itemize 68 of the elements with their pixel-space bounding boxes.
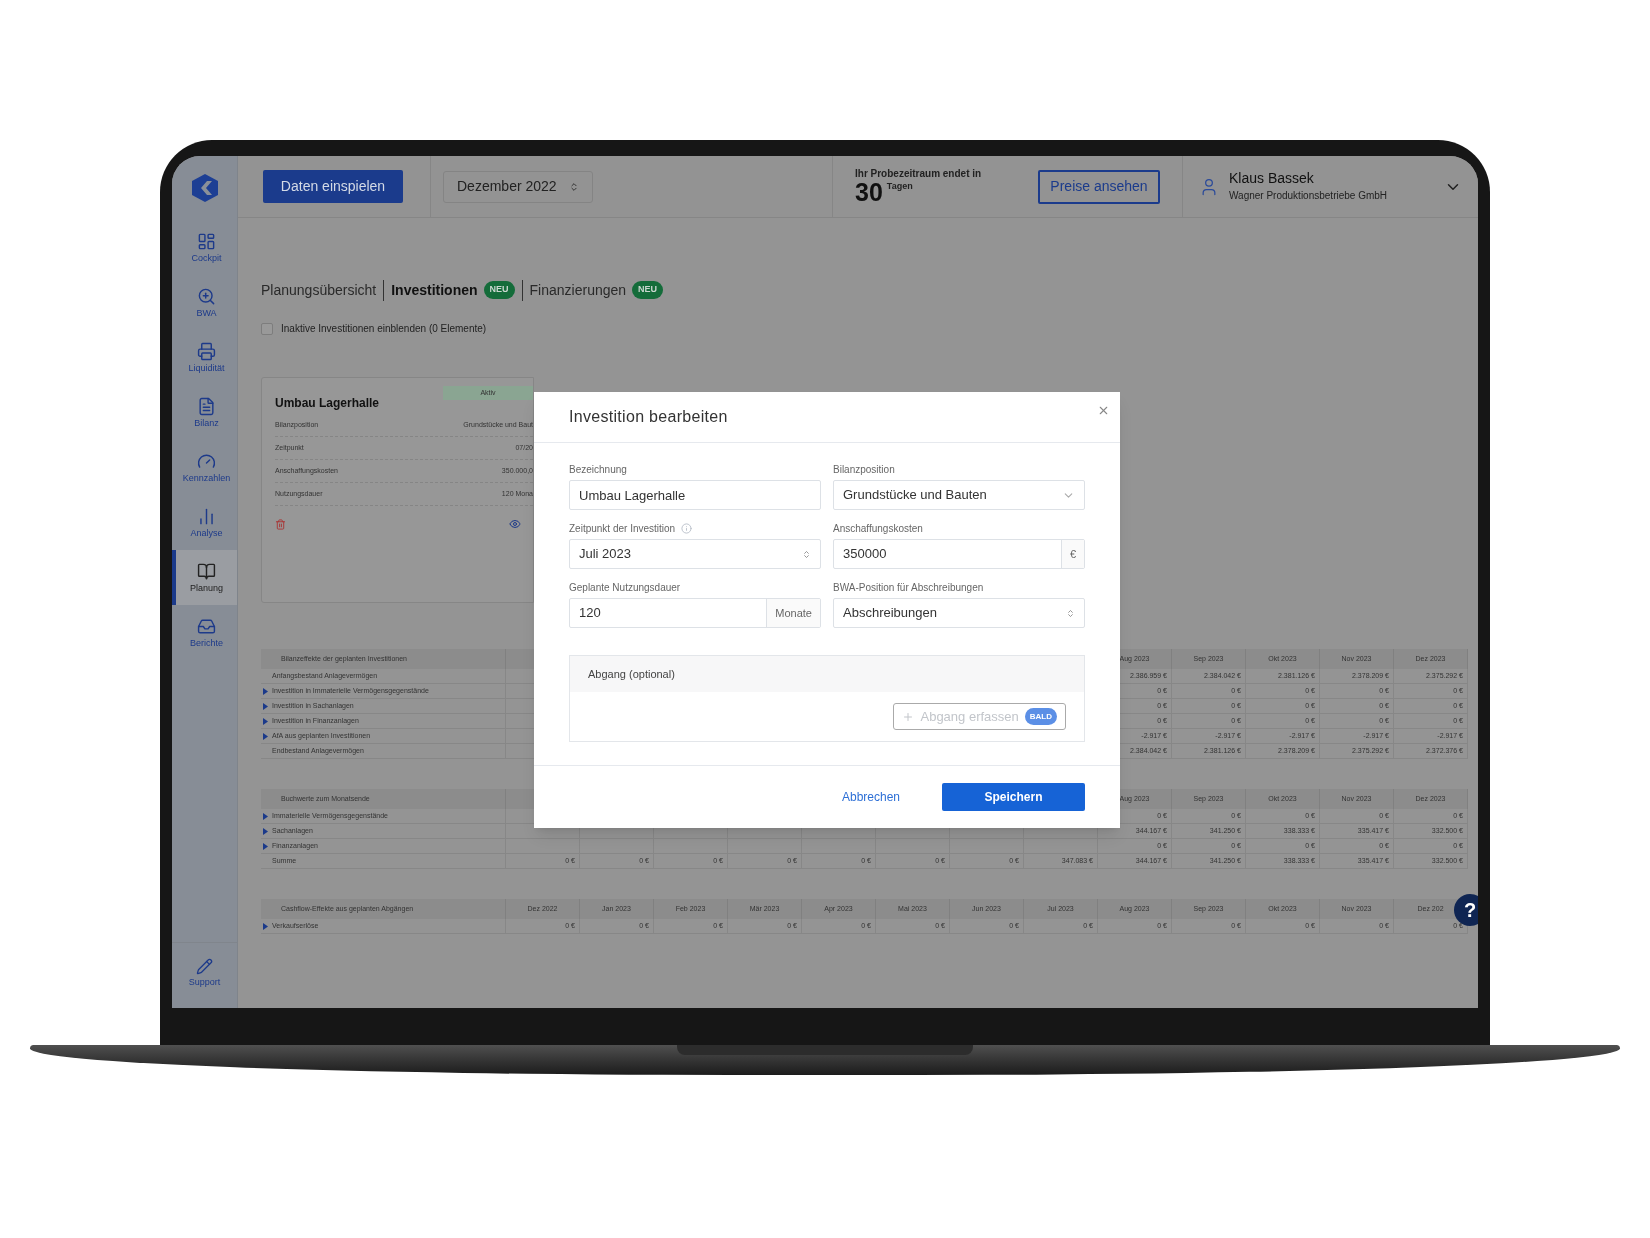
- unit-addon: €: [1060, 540, 1084, 568]
- number-field[interactable]: 350000 €: [833, 539, 1085, 569]
- modal-title: Investition bearbeiten: [569, 407, 728, 427]
- sidebar-item[interactable]: Planung: [172, 550, 237, 605]
- search-icon: [197, 287, 216, 306]
- document-icon: [197, 397, 216, 416]
- expand-triangle-icon[interactable]: [263, 922, 268, 930]
- field-label: Zeitpunkt der Investition: [569, 521, 676, 536]
- unit-addon: Monate: [766, 599, 820, 627]
- select-field[interactable]: Juli 2023: [569, 539, 821, 569]
- expand-triangle-icon[interactable]: [263, 842, 268, 850]
- plus-icon: [902, 710, 915, 723]
- sidebar-item[interactable]: BWA: [172, 275, 237, 330]
- new-tag: NEU: [632, 281, 664, 299]
- trash-icon[interactable]: [275, 518, 286, 530]
- sidebar-item[interactable]: Berichte: [172, 605, 237, 660]
- save-button[interactable]: Speichern: [942, 783, 1085, 811]
- trial-days: 30: [855, 180, 883, 206]
- gauge-icon: [197, 452, 216, 471]
- support-link[interactable]: Support: [172, 942, 237, 1002]
- field-label: BWA-Position für Abschreibungen: [833, 580, 984, 595]
- select-field[interactable]: Grundstücke und Bauten: [833, 480, 1085, 510]
- period-select[interactable]: Dezember 2022: [443, 170, 593, 203]
- field-label: Bezeichnung: [569, 462, 627, 477]
- sort-arrows-icon: [802, 549, 811, 559]
- import-button[interactable]: Daten einspielen: [263, 170, 403, 203]
- checkbox-label: Inaktive Investitionen einblenden (0 Elemente): [281, 322, 487, 336]
- expand-triangle-icon[interactable]: [263, 827, 268, 835]
- new-tag: NEU: [483, 281, 515, 299]
- sidebar-item[interactable]: Kennzahlen: [172, 440, 237, 495]
- tab[interactable]: Finanzierungen: [529, 279, 627, 301]
- close-icon[interactable]: [1097, 404, 1110, 417]
- expand-triangle-icon[interactable]: [263, 702, 268, 710]
- card-title: Umbau Lagerhalle: [275, 395, 380, 412]
- trial-unit: Tagen: [886, 180, 913, 194]
- text-field[interactable]: Umbau Lagerhalle: [569, 480, 821, 510]
- sidebar-item[interactable]: Liquidität: [172, 330, 237, 385]
- sort-arrows-icon: [569, 181, 579, 192]
- sort-arrows-icon: [1066, 608, 1075, 618]
- eye-icon[interactable]: [509, 518, 521, 530]
- logo-icon: [189, 173, 220, 203]
- company-name: Wagner Produktionsbetriebe GmbH: [1229, 188, 1389, 203]
- field-label: Bilanzposition: [833, 462, 895, 477]
- expand-triangle-icon[interactable]: [263, 687, 268, 695]
- field-label: Geplante Nutzungsdauer: [569, 580, 681, 595]
- cancel-button[interactable]: Abbrechen: [841, 788, 900, 806]
- sidebar-item[interactable]: Bilanz: [172, 385, 237, 440]
- trial-text: Ihr Probezeitraum endet in: [855, 167, 982, 181]
- select-field[interactable]: Abschreibungen: [833, 598, 1085, 628]
- sidebar-item[interactable]: Analyse: [172, 495, 237, 550]
- pencil-icon: [196, 958, 213, 975]
- user-name: Klaus Bassek: [1229, 170, 1315, 188]
- book-icon: [197, 562, 216, 581]
- prices-button[interactable]: Preise ansehen: [1038, 169, 1160, 204]
- inbox-icon: [197, 617, 216, 636]
- tab[interactable]: Planungsübersicht: [261, 279, 377, 301]
- bar-chart-icon: [197, 507, 216, 526]
- dashboard-icon: [197, 232, 216, 251]
- expand-triangle-icon[interactable]: [263, 717, 268, 725]
- soon-tag: BALD: [1024, 708, 1057, 725]
- sidebar-item[interactable]: Cockpit: [172, 220, 237, 275]
- number-field[interactable]: 120 Monate: [569, 598, 821, 628]
- expand-triangle-icon[interactable]: [263, 732, 268, 740]
- expand-triangle-icon[interactable]: [263, 812, 268, 820]
- checkbox[interactable]: [261, 322, 273, 335]
- tab[interactable]: Investitionen: [391, 279, 478, 301]
- field-label: Anschaffungskosten: [833, 521, 923, 536]
- section-title: Abgang (optional): [588, 666, 675, 682]
